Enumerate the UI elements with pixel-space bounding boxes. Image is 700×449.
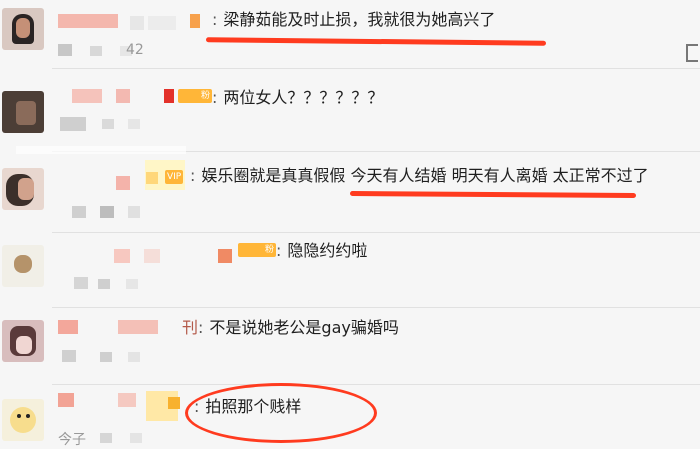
comment-text: 刊: 不是说她老公是gay骗婚吗 — [182, 318, 399, 337]
comment-row: 粉 : 两位女人？？？？？？ — [0, 69, 700, 151]
username-blur[interactable] — [58, 14, 118, 28]
comment-row: VIP : 娱乐圈就是真真假假 今天有人结婚 明天有人离婚 太正常不过了 — [0, 146, 700, 232]
avatar[interactable] — [2, 91, 44, 133]
vip-badge: VIP — [165, 170, 184, 184]
annotation-circle — [185, 383, 377, 443]
avatar[interactable] — [2, 399, 44, 441]
username-blur[interactable] — [116, 176, 130, 190]
comment-text: : 两位女人？？？？？？ — [212, 88, 384, 107]
comment-row: : 拍照那个贱样 今子 — [0, 383, 700, 448]
comment-meta: 42 — [126, 42, 144, 58]
comment-text: : 梁静茹能及时止损，我就很为她高兴了 — [212, 10, 496, 29]
comment-text: : 隐隐约约啦 — [276, 241, 368, 260]
comment-row: 粉 : 隐隐约约啦 — [0, 233, 700, 307]
reply-icon[interactable] — [686, 44, 698, 62]
comment-row: : 梁静茹能及时止损，我就很为她高兴了 42 — [0, 0, 700, 68]
avatar[interactable] — [2, 320, 44, 362]
username-blur[interactable] — [58, 320, 78, 334]
level-badge — [190, 14, 200, 28]
avatar[interactable] — [2, 8, 44, 50]
fan-badge: 粉 — [238, 243, 276, 257]
username-blur[interactable] — [72, 89, 102, 103]
username-blur[interactable] — [114, 249, 130, 263]
comment-row: 刊: 不是说她老公是gay骗婚吗 — [0, 308, 700, 384]
fan-badge: 粉 — [178, 89, 212, 103]
username-blur[interactable] — [58, 393, 74, 407]
comment-text: : 娱乐圈就是真真假假 今天有人结婚 明天有人离婚 太正常不过了 — [190, 166, 649, 185]
annotation-underline — [349, 191, 637, 198]
avatar[interactable] — [2, 245, 44, 287]
avatar[interactable] — [2, 168, 44, 210]
annotation-underline — [205, 37, 547, 46]
comment-meta: 今子 — [58, 432, 86, 448]
